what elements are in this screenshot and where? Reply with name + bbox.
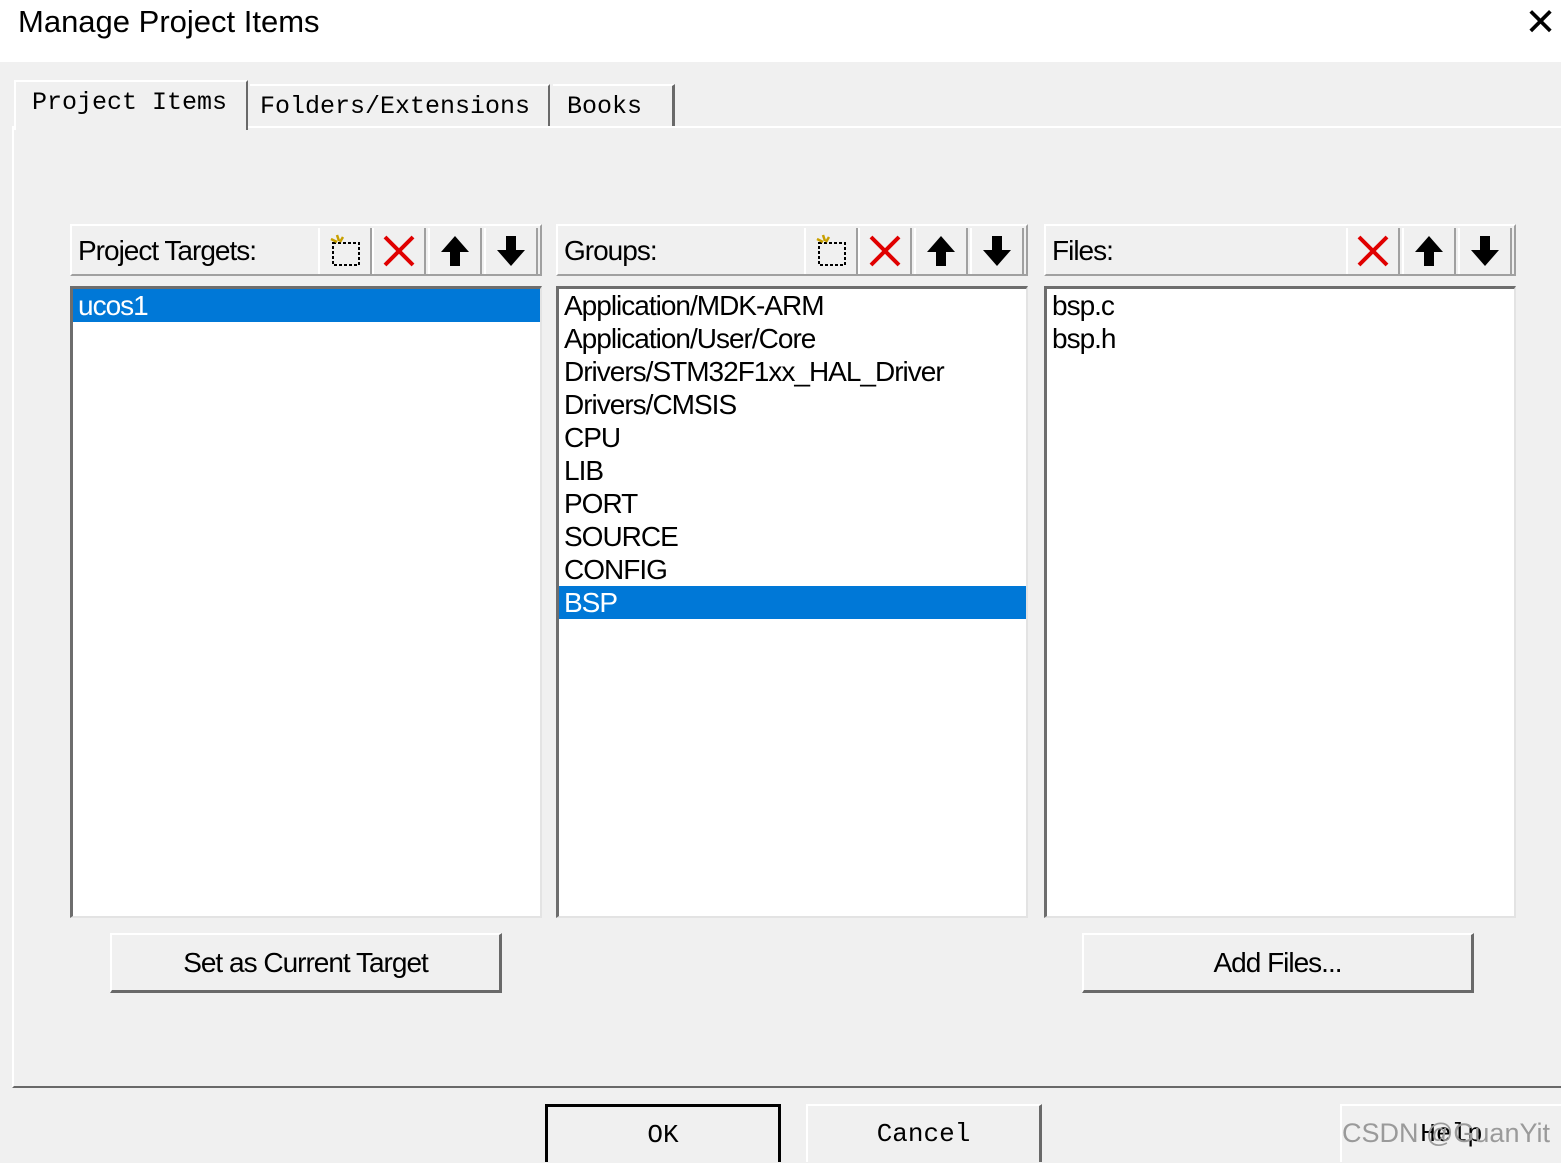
close-icon[interactable]: ✕ — [1520, 0, 1561, 46]
files-header: Files: — [1044, 224, 1516, 276]
move-group-up-button[interactable] — [914, 228, 968, 274]
groups-header: Groups: — [556, 224, 1028, 276]
list-item[interactable]: PORT — [559, 487, 1026, 520]
tab-books[interactable]: Books — [553, 84, 675, 126]
tab-project-items[interactable]: Project Items — [14, 80, 248, 130]
move-target-down-button[interactable] — [484, 228, 538, 274]
watermark: CSDN @GuanYit — [1342, 1118, 1550, 1148]
groups-label: Groups: — [564, 235, 658, 266]
delete-icon — [1357, 235, 1389, 267]
move-group-down-button[interactable] — [970, 228, 1024, 274]
delete-icon — [383, 235, 415, 267]
list-item[interactable]: ucos1 — [73, 289, 540, 322]
move-file-up-button[interactable] — [1402, 228, 1456, 274]
list-item[interactable]: Drivers/CMSIS — [559, 388, 1026, 421]
list-item[interactable]: Application/MDK-ARM — [559, 289, 1026, 322]
delete-file-button[interactable] — [1346, 228, 1400, 274]
move-up-icon — [441, 236, 469, 266]
title-bar: Manage Project Items ✕ — [0, 0, 1561, 62]
move-down-icon — [1471, 236, 1499, 266]
list-item[interactable]: SOURCE — [559, 520, 1026, 553]
new-icon — [330, 234, 360, 266]
files-list[interactable]: bsp.c bsp.h — [1044, 286, 1516, 918]
move-down-icon — [497, 236, 525, 266]
list-item[interactable]: BSP — [559, 586, 1026, 619]
new-group-button[interactable] — [804, 228, 858, 274]
list-item[interactable]: Application/User/Core — [559, 322, 1026, 355]
delete-target-button[interactable] — [372, 228, 426, 274]
move-down-icon — [983, 236, 1011, 266]
delete-icon — [869, 235, 901, 267]
groups-list[interactable]: Application/MDK-ARM Application/User/Cor… — [556, 286, 1028, 918]
set-current-target-button[interactable]: Set as Current Target — [110, 933, 502, 993]
new-icon — [816, 234, 846, 266]
move-up-icon — [927, 236, 955, 266]
targets-label: Project Targets: — [78, 235, 257, 266]
list-item[interactable]: CONFIG — [559, 553, 1026, 586]
list-item[interactable]: CPU — [559, 421, 1026, 454]
window-title: Manage Project Items — [18, 4, 320, 39]
list-item[interactable]: bsp.h — [1047, 322, 1514, 355]
move-file-down-button[interactable] — [1458, 228, 1512, 274]
files-label: Files: — [1052, 235, 1114, 266]
move-target-up-button[interactable] — [428, 228, 482, 274]
delete-group-button[interactable] — [858, 228, 912, 274]
move-up-icon — [1415, 236, 1443, 266]
cancel-button[interactable]: Cancel — [806, 1104, 1042, 1162]
new-target-button[interactable] — [318, 228, 372, 274]
ok-button[interactable]: OK — [545, 1104, 781, 1162]
list-item[interactable]: Drivers/STM32F1xx_HAL_Driver — [559, 355, 1026, 388]
add-files-button[interactable]: Add Files... — [1082, 933, 1474, 993]
tab-folders-extensions[interactable]: Folders/Extensions — [250, 84, 550, 126]
targets-list[interactable]: ucos1 — [70, 286, 542, 918]
targets-header: Project Targets: — [70, 224, 542, 276]
list-item[interactable]: bsp.c — [1047, 289, 1514, 322]
list-item[interactable]: LIB — [559, 454, 1026, 487]
